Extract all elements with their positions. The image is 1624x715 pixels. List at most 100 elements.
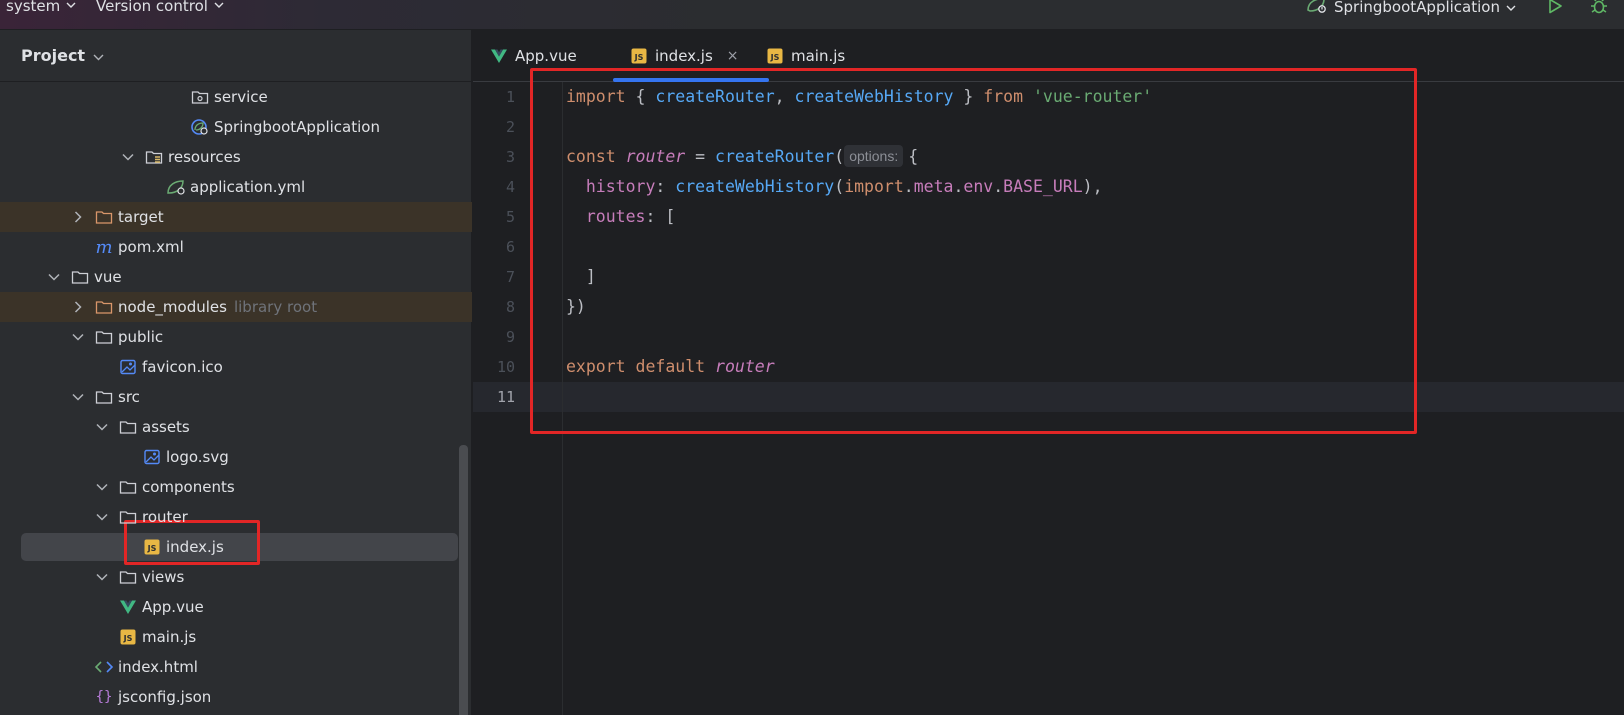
variable-token: router xyxy=(625,147,686,166)
code-line-7: ] xyxy=(566,262,596,292)
tree-item-vue[interactable]: vue xyxy=(0,262,472,292)
library-root-hint: library root xyxy=(233,298,318,316)
project-panel-title: Project xyxy=(21,46,86,65)
chevron-down-icon[interactable] xyxy=(94,479,110,495)
chevron-right-icon[interactable] xyxy=(70,299,86,315)
folder-icon xyxy=(118,418,138,436)
tab-main-js[interactable]: JS main.js xyxy=(765,30,845,81)
ide-window: system Version control SpringbootApplica… xyxy=(0,0,1624,715)
code-line-5: routes: [ xyxy=(566,202,675,232)
close-tab-icon[interactable]: × xyxy=(727,48,739,64)
tree-item-application-yml[interactable]: application.yml xyxy=(0,172,472,202)
tree-item-public[interactable]: public xyxy=(0,322,472,352)
tree-item-logo-svg[interactable]: logo.svg xyxy=(0,442,472,472)
tree-item-resources[interactable]: resources xyxy=(0,142,472,172)
bug-icon xyxy=(1591,0,1607,14)
chevron-down-icon[interactable] xyxy=(70,329,86,345)
run-configuration-selector[interactable]: SpringbootApplication xyxy=(1306,0,1516,18)
tree-item-label: target xyxy=(118,208,164,226)
tree-item-assets[interactable]: assets xyxy=(0,412,472,442)
code-editor: App.vue JS index.js × JS main.js 1 2 3 4 xyxy=(473,30,1624,715)
maven-icon: m xyxy=(95,236,113,258)
chevron-down-icon[interactable] xyxy=(70,389,86,405)
tree-item-router[interactable]: router xyxy=(0,502,472,532)
package-folder-icon xyxy=(190,88,210,106)
project-menu[interactable]: system xyxy=(6,0,76,16)
tree-item-label: resources xyxy=(168,148,241,166)
keyword-token: import xyxy=(566,87,626,106)
chevron-right-icon[interactable] xyxy=(70,209,86,225)
variable-token: router xyxy=(715,357,775,376)
tree-item-target[interactable]: target xyxy=(0,202,472,232)
project-tree-scrollbar[interactable] xyxy=(459,445,468,715)
chevron-down-icon[interactable] xyxy=(120,149,136,165)
line-number-gutter: 1 2 3 4 5 6 7 8 9 10 11 xyxy=(473,82,563,715)
text-token: ] xyxy=(566,267,596,286)
tree-item-node-modules[interactable]: node_modules library root xyxy=(0,292,472,322)
tree-item-springbootapplication[interactable]: SpringbootApplication xyxy=(0,112,472,142)
tree-item-views[interactable]: views xyxy=(0,562,472,592)
tree-item-label: service xyxy=(214,88,268,106)
keyword-token: from xyxy=(983,87,1024,106)
function-token: createWebHistory xyxy=(675,177,835,196)
text-token: { xyxy=(625,87,656,106)
line-number: 5 xyxy=(505,208,515,226)
keyword-token: export xyxy=(566,357,626,376)
run-configuration-label: SpringbootApplication xyxy=(1334,0,1500,16)
chevron-down-icon[interactable] xyxy=(94,419,110,435)
project-tree[interactable]: service SpringbootApplication resources xyxy=(0,82,472,715)
tab-app-vue[interactable]: App.vue xyxy=(489,30,577,81)
code-line-1: import { createRouter, createWebHistory … xyxy=(566,82,1152,112)
project-view-selector[interactable]: Project xyxy=(0,30,472,82)
member-token: meta xyxy=(913,177,954,196)
tree-item-label: main.js xyxy=(142,628,197,646)
project-menu-label: system xyxy=(6,0,61,15)
line-number: 3 xyxy=(505,148,515,166)
chevron-down-icon[interactable] xyxy=(94,509,110,525)
tree-item-label: index.js xyxy=(166,538,224,556)
line-number: 8 xyxy=(505,298,515,316)
text-token: . xyxy=(903,177,914,196)
string-token: 'vue-router' xyxy=(1032,87,1153,106)
tree-item-components[interactable]: components xyxy=(0,472,472,502)
code-line-3: const router = createRouter(options:{ xyxy=(566,142,918,172)
tree-item-favicon-ico[interactable]: favicon.ico xyxy=(0,352,472,382)
line-number: 2 xyxy=(505,118,515,136)
version-control-menu[interactable]: Version control xyxy=(96,0,224,16)
tree-item-main-js[interactable]: JS main.js xyxy=(0,622,472,652)
debug-button[interactable] xyxy=(1588,0,1610,16)
code-line-8: }) xyxy=(566,292,586,322)
text-token: ( xyxy=(834,177,845,196)
folder-icon xyxy=(118,568,138,586)
chevron-down-icon[interactable] xyxy=(46,269,62,285)
tree-item-src[interactable]: src xyxy=(0,382,472,412)
line-number: 7 xyxy=(505,268,515,286)
tree-item-pom-xml[interactable]: m pom.xml xyxy=(0,232,472,262)
property-token: routes xyxy=(585,207,646,226)
function-token: createRouter xyxy=(715,147,835,166)
js-file-icon: JS xyxy=(629,47,649,65)
line-number: 10 xyxy=(496,358,515,376)
vue-file-icon xyxy=(118,598,138,616)
image-file-icon xyxy=(142,448,162,466)
text-token: . xyxy=(953,177,964,196)
tree-item-jsconfig-json[interactable]: {} jsconfig.json xyxy=(0,682,472,712)
text-token: ( xyxy=(834,147,845,166)
tree-item-index-html[interactable]: index.html xyxy=(0,652,472,682)
run-button[interactable] xyxy=(1544,0,1566,16)
tree-item-label: pom.xml xyxy=(118,238,184,256)
tree-item-app-vue[interactable]: App.vue xyxy=(0,592,472,622)
chevron-down-icon[interactable] xyxy=(94,569,110,585)
text-token: : xyxy=(655,177,676,196)
tree-item-service[interactable]: service xyxy=(0,82,472,112)
folder-icon xyxy=(94,298,114,316)
js-file-icon: JS xyxy=(142,538,162,556)
vue-file-icon xyxy=(489,47,509,65)
tab-index-js[interactable]: JS index.js × xyxy=(613,30,768,82)
text-token: { xyxy=(908,147,919,166)
tree-item-index-js[interactable]: JS index.js xyxy=(0,532,472,562)
tree-item-label: favicon.ico xyxy=(142,358,223,376)
chevron-down-icon xyxy=(93,46,104,65)
